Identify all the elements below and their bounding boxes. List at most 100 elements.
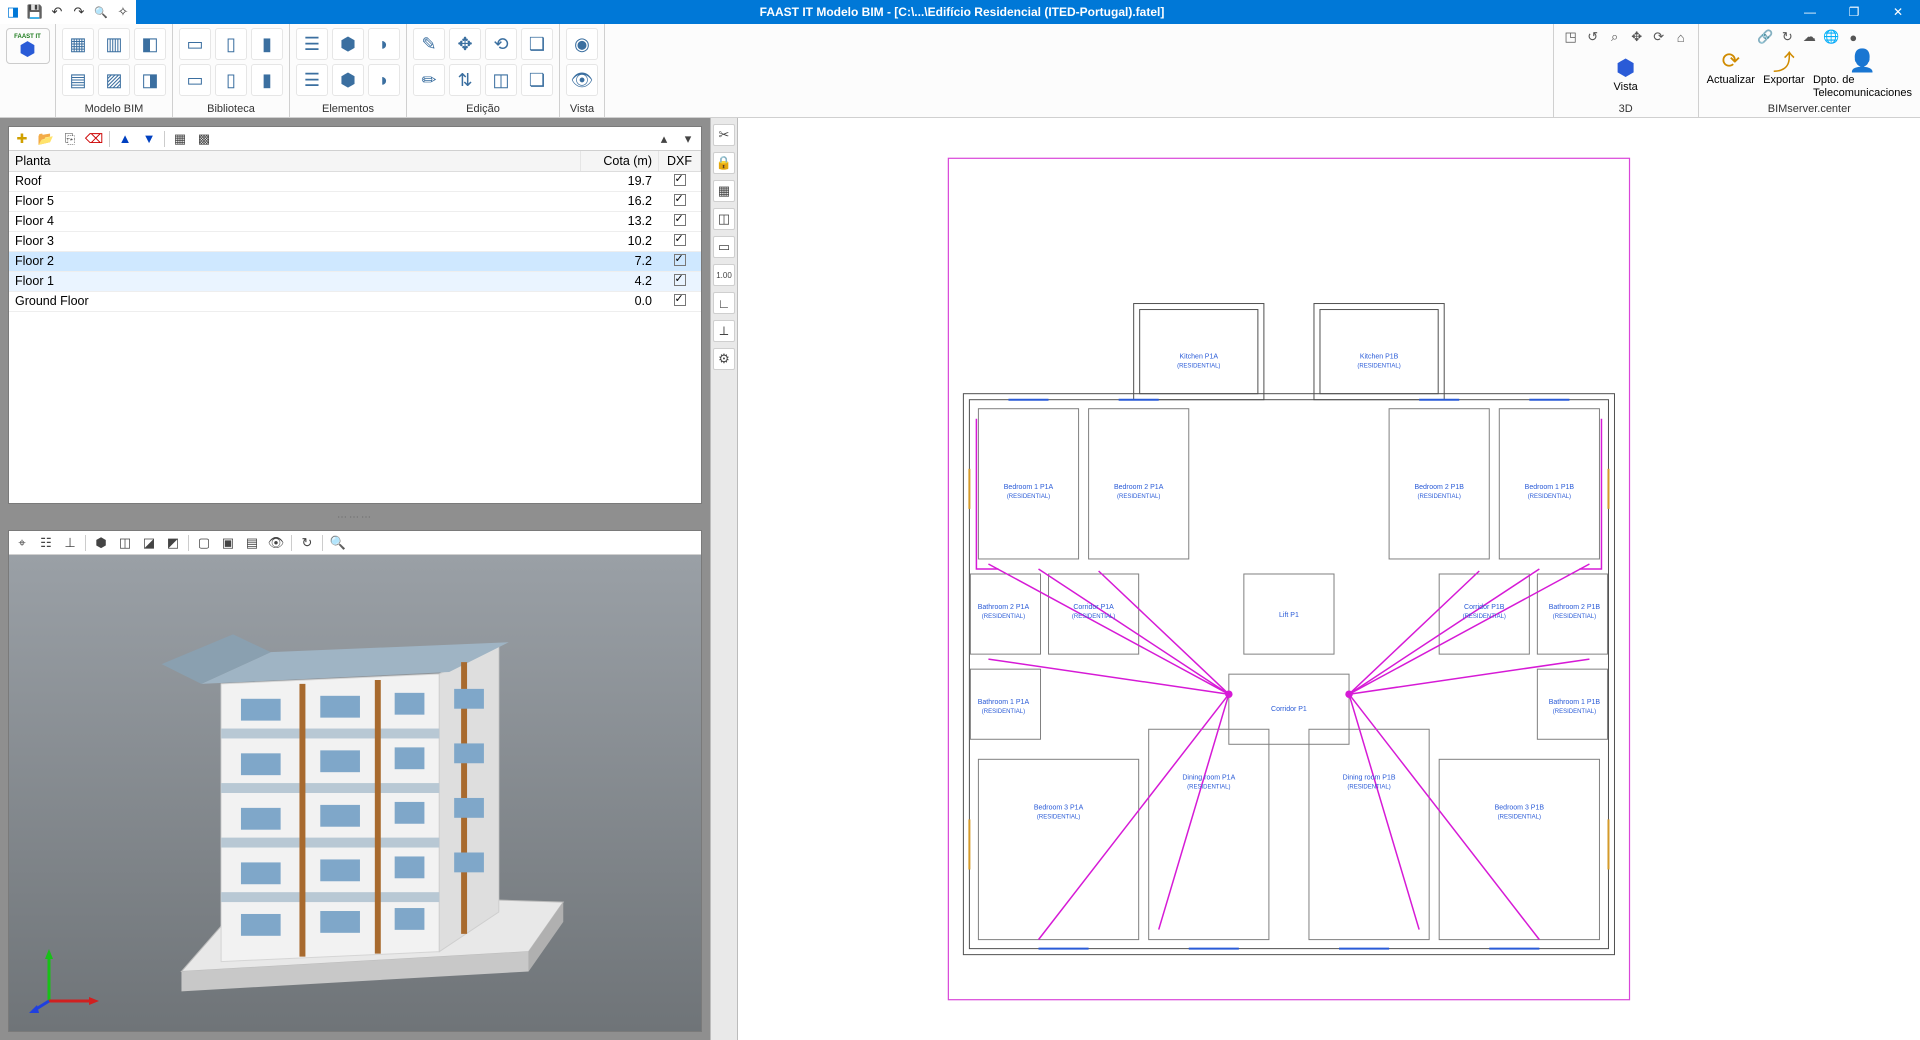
- down-icon[interactable]: ▼: [140, 130, 158, 148]
- sync-icon[interactable]: ↻: [1778, 28, 1796, 46]
- canvas-2d[interactable]: Kitchen P1A (RESIDENTIAL) Kitchen P1B (R…: [738, 118, 1920, 1040]
- window-icon[interactable]: ▯: [215, 28, 247, 60]
- minimize-button[interactable]: —: [1788, 0, 1832, 24]
- cell-dxf[interactable]: [659, 212, 701, 231]
- cube2-icon[interactable]: ◨: [134, 64, 166, 96]
- cube3d-icon[interactable]: ⬢: [332, 28, 364, 60]
- vt-rect-icon[interactable]: ▭: [713, 236, 735, 258]
- globe-icon[interactable]: 🌐: [1822, 28, 1840, 46]
- redo-icon[interactable]: ↷: [70, 3, 88, 21]
- table-row[interactable]: Floor 310.2: [9, 232, 701, 252]
- pencil-icon[interactable]: ✎: [413, 28, 445, 60]
- dot-icon[interactable]: ●: [1844, 28, 1862, 46]
- new-icon[interactable]: ✚: [13, 130, 31, 148]
- eye-icon[interactable]: ◉: [566, 28, 598, 60]
- cylinder-icon[interactable]: ◗: [368, 28, 400, 60]
- zoom3d-icon[interactable]: 🔍: [329, 534, 347, 552]
- config2-icon[interactable]: ▮: [251, 64, 283, 96]
- move-icon[interactable]: ✥: [449, 28, 481, 60]
- grid4-icon[interactable]: ▨: [98, 64, 130, 96]
- refresh3d-icon[interactable]: ↻: [298, 534, 316, 552]
- shade-icon[interactable]: ◪: [140, 534, 158, 552]
- table-row[interactable]: Floor 14.2: [9, 272, 701, 292]
- app-icon[interactable]: ◨: [4, 3, 22, 21]
- visibility-icon[interactable]: 👁: [267, 534, 285, 552]
- persp-icon[interactable]: ◩: [164, 534, 182, 552]
- panel2-icon[interactable]: ▭: [179, 64, 211, 96]
- graph-icon[interactable]: ☷: [37, 534, 55, 552]
- vt-window-icon[interactable]: ◫: [713, 208, 735, 230]
- cube3d2-icon[interactable]: ⬢: [332, 64, 364, 96]
- copy-icon[interactable]: ⎘: [61, 130, 79, 148]
- pencil2-icon[interactable]: ✏: [413, 64, 445, 96]
- cube-nav-icon[interactable]: ⬢: [92, 534, 110, 552]
- table-row[interactable]: Roof19.7: [9, 172, 701, 192]
- layers2-icon[interactable]: ❏: [521, 64, 553, 96]
- collapse-up-icon[interactable]: ▴: [655, 130, 673, 148]
- find-icon[interactable]: 🔍: [92, 3, 110, 21]
- actualizar-button[interactable]: ⟳ Actualizar: [1707, 48, 1755, 98]
- table-row[interactable]: Floor 516.2: [9, 192, 701, 212]
- grid2-icon[interactable]: ▥: [98, 28, 130, 60]
- stack-icon[interactable]: ☰: [296, 28, 328, 60]
- cell-dxf[interactable]: [659, 172, 701, 191]
- settings-icon[interactable]: ✧: [114, 3, 132, 21]
- undo-icon[interactable]: ↶: [48, 3, 66, 21]
- stack2-icon[interactable]: ☰: [296, 64, 328, 96]
- config-icon[interactable]: ▮: [251, 28, 283, 60]
- vt-grid-icon[interactable]: ▦: [713, 180, 735, 202]
- vp2-icon[interactable]: ▣: [219, 534, 237, 552]
- tool2-icon[interactable]: ▩: [195, 130, 213, 148]
- nav-pan-icon[interactable]: ✥: [1628, 28, 1646, 46]
- open-icon[interactable]: 📂: [37, 130, 55, 148]
- grid-icon[interactable]: ▦: [62, 28, 94, 60]
- up-icon[interactable]: ▲: [116, 130, 134, 148]
- vt-select-icon[interactable]: ✂: [713, 124, 735, 146]
- view3d-viewport[interactable]: [9, 555, 701, 1031]
- link-icon[interactable]: 🔗: [1756, 28, 1774, 46]
- panel-icon[interactable]: ▭: [179, 28, 211, 60]
- vista-3d-button[interactable]: ⬢ Vista: [1605, 55, 1647, 93]
- wire-icon[interactable]: ◫: [116, 534, 134, 552]
- cell-dxf[interactable]: [659, 292, 701, 311]
- vt-dim-icon[interactable]: 1.00: [713, 264, 735, 286]
- layers-icon[interactable]: ❑: [521, 28, 553, 60]
- vp3-icon[interactable]: ▤: [243, 534, 261, 552]
- vp1-icon[interactable]: ▢: [195, 534, 213, 552]
- close-button[interactable]: ✕: [1876, 0, 1920, 24]
- vt-lock-icon[interactable]: 🔒: [713, 152, 735, 174]
- tool1-icon[interactable]: ▦: [171, 130, 189, 148]
- axis-icon[interactable]: ⊥: [61, 534, 79, 552]
- vt-measure-icon[interactable]: ⟂: [713, 320, 735, 342]
- table-row[interactable]: Ground Floor0.0: [9, 292, 701, 312]
- maximize-button[interactable]: ❐: [1832, 0, 1876, 24]
- table-row[interactable]: Floor 413.2: [9, 212, 701, 232]
- cell-dxf[interactable]: [659, 232, 701, 251]
- cylinder2-icon[interactable]: ◗: [368, 64, 400, 96]
- pick-icon[interactable]: ⌖: [13, 534, 31, 552]
- vt-angle-icon[interactable]: ∟: [713, 292, 735, 314]
- cell-dxf[interactable]: [659, 192, 701, 211]
- save-icon[interactable]: 💾: [26, 3, 44, 21]
- nav-cube-icon[interactable]: ◳: [1562, 28, 1580, 46]
- nav-sync-icon[interactable]: ↺: [1584, 28, 1602, 46]
- cloud-icon[interactable]: ☁: [1800, 28, 1818, 46]
- collapse-down-icon[interactable]: ▾: [679, 130, 697, 148]
- nav-orbit-icon[interactable]: ⟳: [1650, 28, 1668, 46]
- window2-icon[interactable]: ▯: [215, 64, 247, 96]
- exportar-button[interactable]: ⤴ Exportar: [1763, 48, 1805, 98]
- table-row[interactable]: Floor 27.2: [9, 252, 701, 272]
- cell-dxf[interactable]: [659, 252, 701, 271]
- nav-zoom-icon[interactable]: ⌕: [1606, 28, 1624, 46]
- grid3-icon[interactable]: ▤: [62, 64, 94, 96]
- plane-icon[interactable]: ◫: [485, 64, 517, 96]
- vt-config-icon[interactable]: ⚙: [713, 348, 735, 370]
- rotate-icon[interactable]: ⟲: [485, 28, 517, 60]
- floor-table[interactable]: Planta Cota (m) DXF Roof19.7Floor 516.2F…: [9, 151, 701, 503]
- delete-icon[interactable]: ⌫: [85, 130, 103, 148]
- eye2-icon[interactable]: 👁: [566, 64, 598, 96]
- cube-select-icon[interactable]: ◧: [134, 28, 166, 60]
- app-menu-button[interactable]: FAAST IT ⬢: [0, 24, 56, 117]
- splitter-handle[interactable]: ⋯⋯⋯: [8, 512, 702, 522]
- arrows-icon[interactable]: ⇅: [449, 64, 481, 96]
